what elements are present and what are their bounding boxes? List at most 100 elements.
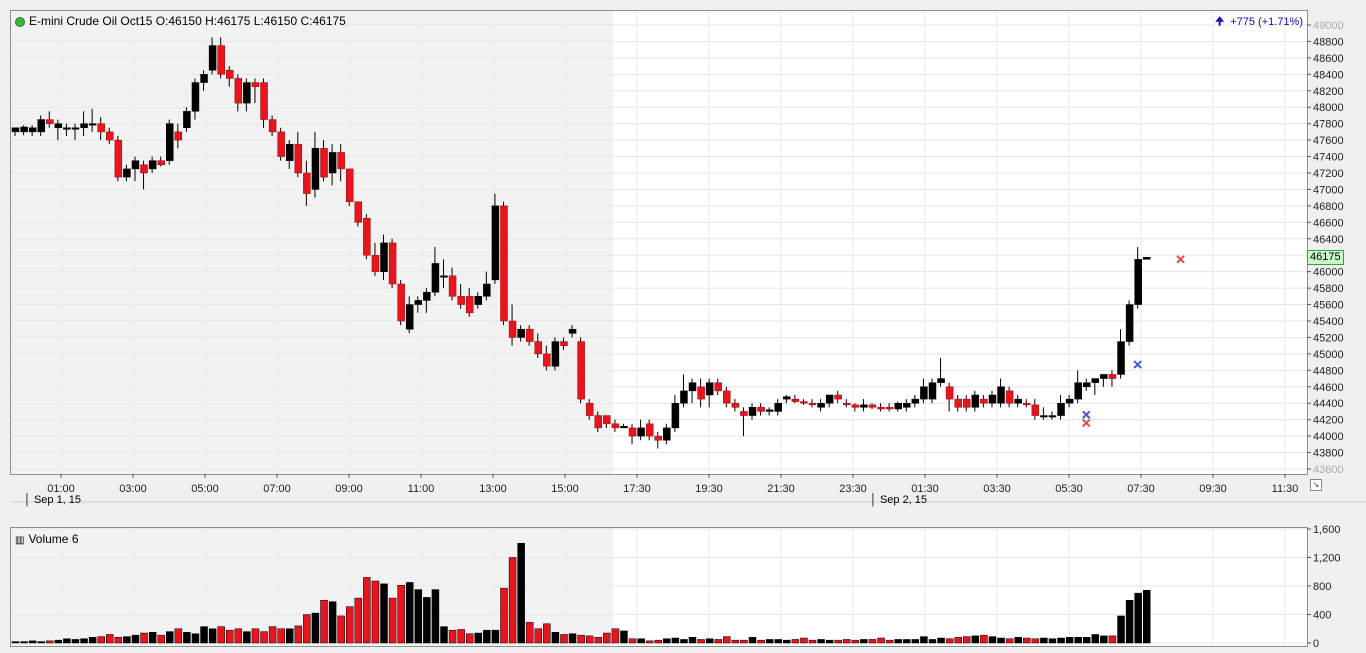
- candle-body: [80, 123, 88, 129]
- volume-axis-label: 400: [1313, 610, 1331, 622]
- candle-body: [465, 296, 474, 314]
- candle-body: [1108, 374, 1117, 379]
- price-axis-label: 45200: [1313, 332, 1344, 344]
- volume-bar: [517, 543, 525, 644]
- volume-bar: [800, 637, 808, 644]
- time-axis-label: 09:30: [1199, 483, 1227, 495]
- volume-bar: [843, 639, 851, 644]
- candle-body: [697, 386, 705, 400]
- candle-body: [731, 402, 740, 408]
- volume-bar: [380, 583, 388, 644]
- candle-body: [243, 82, 251, 104]
- candle-body: [577, 341, 585, 400]
- volume-bar: [688, 637, 697, 644]
- candle-body: [191, 82, 200, 112]
- volume-bar: [465, 633, 474, 644]
- candle-body: [1074, 382, 1082, 400]
- volume-bar: [508, 557, 517, 644]
- volume-bar: [817, 639, 825, 644]
- volume-bar: [731, 639, 740, 644]
- candle-body: [303, 172, 311, 194]
- candle-body: [834, 394, 842, 400]
- candle-body: [765, 409, 774, 412]
- price-axis-label: 47800: [1313, 119, 1344, 131]
- price-axis-label: 49000: [1313, 20, 1344, 32]
- volume-bar: [1023, 637, 1031, 644]
- candle-body: [783, 396, 791, 400]
- volume-bar: [54, 639, 63, 644]
- candle-body: [525, 328, 534, 342]
- volume-bar: [937, 637, 945, 644]
- candle-body: [1100, 374, 1108, 379]
- volume-bar: [1048, 638, 1057, 644]
- candle-body: [123, 168, 131, 178]
- volume-bar: [268, 626, 277, 644]
- candle-body: [226, 69, 234, 79]
- volume-panel[interactable]: 0 400 800 1,200 1,600 ▥ Volume 6: [10, 524, 1341, 650]
- candle-body: [1014, 398, 1022, 404]
- volume-bar: [260, 631, 268, 644]
- candle-body: [371, 254, 380, 272]
- candle-body: [260, 82, 268, 120]
- volume-bar: [543, 623, 551, 644]
- volume-bar: [560, 634, 568, 644]
- volume-axis-label: 0: [1313, 638, 1319, 650]
- candle-body: [200, 74, 208, 83]
- date-label-day1-text: Sep 1, 15: [33, 494, 82, 506]
- candle-body: [877, 407, 885, 410]
- resize-icon[interactable]: ↘: [1310, 479, 1322, 491]
- candle-body: [88, 123, 97, 126]
- candle-body: [971, 394, 980, 408]
- time-axis-label: 11:00: [408, 483, 435, 495]
- candle-body: [251, 82, 260, 87]
- volume-bar: [1108, 635, 1117, 644]
- price-axis-label: 47200: [1313, 168, 1344, 180]
- volume-bar: [757, 639, 765, 644]
- volume-bar: [405, 582, 414, 644]
- volume-bar: [11, 641, 20, 644]
- volume-bar: [63, 638, 71, 644]
- candle-body: [20, 126, 28, 133]
- candle-body: [388, 242, 397, 285]
- price-axis-label: 46600: [1313, 217, 1344, 229]
- candle-body: [500, 205, 508, 322]
- candle-body: [457, 296, 465, 305]
- time-axis-label: 15:00: [551, 483, 579, 495]
- candle-body: [234, 78, 243, 104]
- volume-bar: [877, 637, 885, 644]
- candle-body: [611, 423, 620, 429]
- candle-body: [560, 341, 568, 346]
- candle-body: [217, 45, 225, 75]
- volume-bar: [320, 600, 328, 644]
- candle-body: [71, 127, 80, 130]
- volume-bar: [791, 639, 800, 644]
- price-change-text: +775 (+1.71%): [1230, 16, 1303, 28]
- candle-body: [1117, 341, 1125, 375]
- volume-bar: [311, 612, 320, 644]
- volume-bar: [534, 628, 543, 644]
- date-label-day2: │ Sep 2, 15: [870, 494, 928, 506]
- candle-body: [277, 131, 285, 157]
- volume-bar: [868, 639, 877, 644]
- sell-marker-icon: [1082, 418, 1091, 428]
- price-axis-label: 45000: [1313, 349, 1344, 361]
- candle-body: [911, 398, 920, 404]
- candle-body: [1023, 402, 1031, 406]
- volume-bar: [243, 631, 251, 644]
- volume-bar: [448, 629, 457, 644]
- candle-body: [603, 415, 611, 425]
- price-axis-label: 45600: [1313, 300, 1344, 312]
- candle-body: [774, 402, 782, 412]
- volume-bar: [328, 601, 337, 644]
- price-chart-panel[interactable]: 43600 43800 44000 44200 44400 44600 44800 45000…: [10, 10, 1366, 503]
- candle-body: [157, 160, 165, 166]
- date-label-day2-text: Sep 2, 15: [879, 494, 928, 506]
- candle-body: [268, 119, 277, 133]
- volume-bar: [166, 631, 174, 644]
- volume-bar: [894, 639, 902, 644]
- candle-body: [397, 283, 405, 322]
- volume-bar: [945, 638, 954, 644]
- candle-body: [551, 341, 560, 367]
- candle-body: [860, 404, 868, 408]
- volume-bar: [200, 626, 208, 644]
